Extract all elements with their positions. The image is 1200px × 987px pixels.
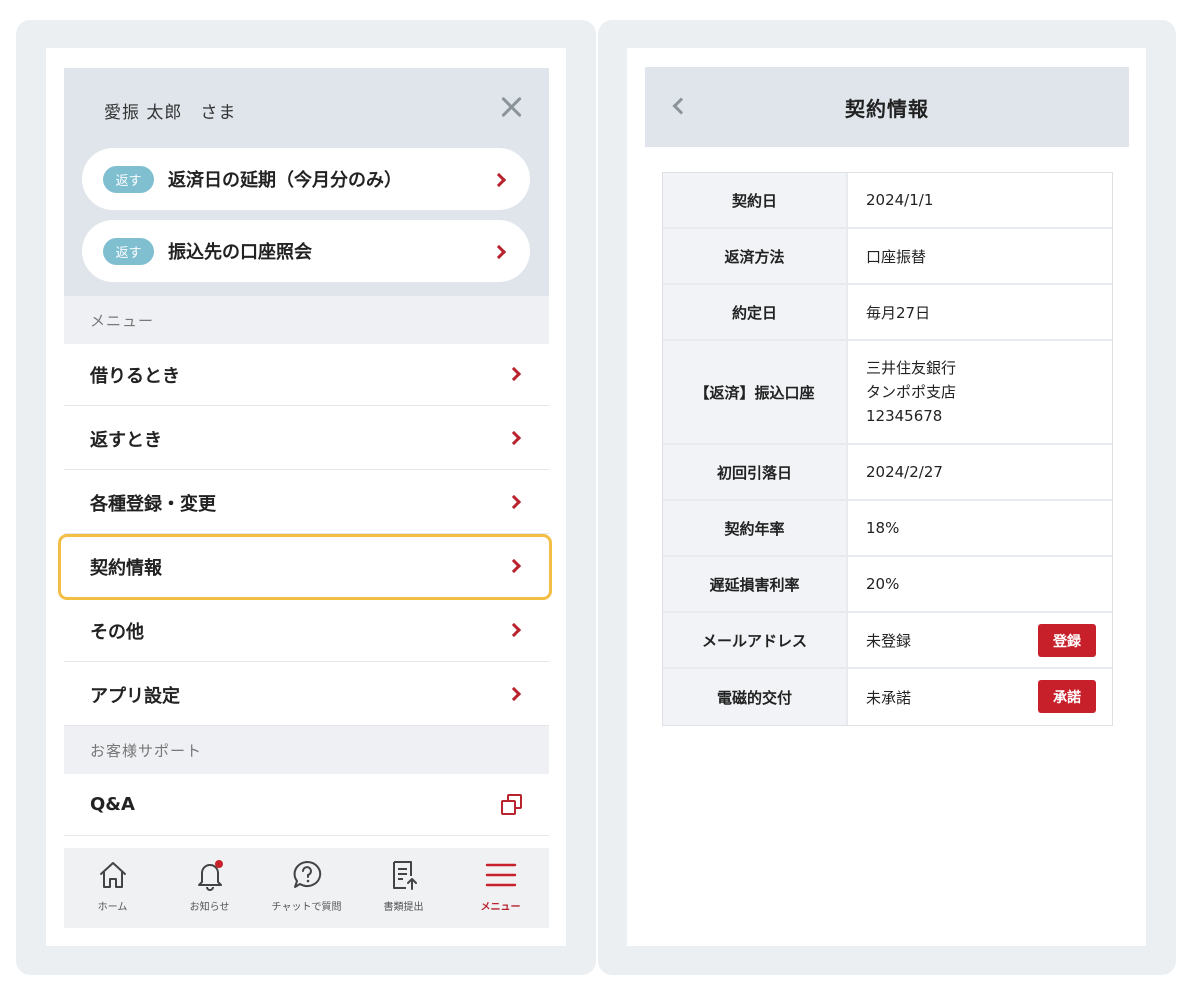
- contract-date-value: 2024/1/1: [866, 191, 934, 209]
- home-icon: [99, 862, 126, 888]
- repayment-method-value: 口座振替: [866, 247, 927, 266]
- consent-button[interactable]: 承諾: [1038, 680, 1096, 713]
- row-value: 口座振替: [848, 229, 1112, 283]
- table-row: メールアドレス 未登録 登録: [663, 613, 1112, 669]
- row-value: 2024/2/27: [848, 445, 1112, 499]
- register-email-button[interactable]: 登録: [1038, 624, 1096, 657]
- table-row: 遅延損害利率 20%: [663, 557, 1112, 613]
- quick-action-label: 振込先の口座照会: [168, 242, 312, 263]
- row-key: 契約年率: [663, 501, 848, 555]
- row-key: 約定日: [663, 285, 848, 339]
- menu-item-label: その他: [90, 621, 144, 643]
- row-key: 初回引落日: [663, 445, 848, 499]
- chevron-right-icon: [506, 494, 522, 510]
- late-rate-value: 20%: [866, 575, 900, 593]
- menu-item-repaying[interactable]: 返すとき: [64, 408, 549, 470]
- electronic-delivery-status-value: 未承諾: [866, 688, 912, 707]
- nav-chat[interactable]: チャットで質問: [262, 858, 352, 913]
- nav-label: チャットで質問: [271, 902, 342, 913]
- menu-item-borrowing[interactable]: 借りるとき: [64, 344, 549, 406]
- chevron-right-icon: [506, 430, 522, 446]
- return-tag: 返す: [103, 237, 154, 265]
- nav-notifications[interactable]: お知らせ: [165, 858, 255, 913]
- contract-info-table: 契約日 2024/1/1 返済方法 口座振替 約定日 毎月27日 【返済】振込口…: [662, 172, 1113, 726]
- row-key: メールアドレス: [663, 613, 848, 667]
- menu-screen: 愛振 太郎 さま 返す 返済日の延期（今月分のみ） 返す 振込先の口座照会 メニ…: [46, 48, 566, 946]
- menu-header: 愛振 太郎 さま 返す 返済日の延期（今月分のみ） 返す 振込先の口座照会: [64, 68, 549, 296]
- screen-header: 契約情報: [645, 67, 1129, 147]
- menu-item-label: 契約情報: [90, 557, 162, 579]
- chevron-right-icon: [491, 242, 508, 260]
- table-row: 電磁的交付 未承諾 承諾: [663, 669, 1112, 725]
- menu-item-label: アプリ設定: [90, 685, 180, 707]
- menu-item-label: 各種登録・変更: [90, 493, 216, 515]
- nav-documents[interactable]: 書類提出: [359, 858, 449, 913]
- menu-item-registration-changes[interactable]: 各種登録・変更: [64, 472, 549, 534]
- table-row: 契約日 2024/1/1: [663, 173, 1112, 229]
- row-value: 未承諾 承諾: [848, 669, 1112, 725]
- row-value: 2024/1/1: [848, 173, 1112, 227]
- quick-action-label: 返済日の延期（今月分のみ）: [168, 170, 402, 191]
- chat-question-icon: [293, 860, 321, 888]
- nav-label: メニュー: [480, 902, 521, 913]
- hamburger-menu-icon: [485, 863, 516, 887]
- menu-item-label: Q&A: [90, 794, 135, 815]
- menu-section-label: メニュー: [64, 296, 549, 344]
- table-row: 【返済】振込口座 三井住友銀行 タンポポ支店 12345678: [663, 341, 1112, 445]
- row-key: 電磁的交付: [663, 669, 848, 725]
- bell-icon: [193, 858, 227, 892]
- external-link-icon: [501, 794, 523, 816]
- bottom-navigation: ホーム お知らせ チャットで質問 書類提出 メニュー: [64, 848, 549, 928]
- menu-item-other[interactable]: その他: [64, 600, 549, 662]
- user-name: 愛振 太郎 さま: [104, 103, 237, 123]
- menu-item-label: 返すとき: [90, 429, 162, 451]
- support-section-label: お客様サポート: [64, 726, 549, 774]
- page-title: 契約情報: [845, 96, 929, 121]
- table-row: 返済方法 口座振替: [663, 229, 1112, 285]
- row-key: 遅延損害利率: [663, 557, 848, 611]
- nav-label: お知らせ: [189, 902, 230, 913]
- nav-home[interactable]: ホーム: [68, 858, 158, 913]
- chevron-right-icon: [506, 366, 522, 382]
- nav-menu[interactable]: メニュー: [456, 858, 546, 913]
- close-icon[interactable]: [496, 92, 526, 122]
- row-value: 未登録 登録: [848, 613, 1112, 667]
- menu-item-label: 借りるとき: [90, 365, 180, 387]
- branch-name-value: タンポポ支店: [866, 383, 957, 401]
- nav-label: ホーム: [97, 902, 128, 913]
- row-key: 契約日: [663, 173, 848, 227]
- menu-item-qa[interactable]: Q&A: [64, 774, 549, 836]
- menu-item-contract-info[interactable]: 契約情報: [64, 536, 549, 598]
- chevron-right-icon: [506, 686, 522, 702]
- row-value: 18%: [848, 501, 1112, 555]
- contract-info-screen: 契約情報 契約日 2024/1/1 返済方法 口座振替 約定日 毎月27日 【返…: [627, 48, 1146, 946]
- chevron-right-icon: [506, 622, 522, 638]
- due-day-value: 毎月27日: [866, 303, 931, 322]
- account-number-value: 12345678: [866, 407, 943, 425]
- back-icon[interactable]: [672, 97, 690, 115]
- chevron-right-icon: [506, 558, 522, 574]
- return-tag: 返す: [103, 165, 154, 193]
- table-row: 契約年率 18%: [663, 501, 1112, 557]
- notification-badge: [214, 860, 223, 868]
- chevron-right-icon: [491, 170, 508, 188]
- table-row: 約定日 毎月27日: [663, 285, 1112, 341]
- row-key: 返済方法: [663, 229, 848, 283]
- nav-label: 書類提出: [383, 902, 424, 913]
- table-row: 初回引落日 2024/2/27: [663, 445, 1112, 501]
- row-value: 20%: [848, 557, 1112, 611]
- annual-rate-value: 18%: [866, 519, 900, 537]
- quick-action-postpone-payment[interactable]: 返す 返済日の延期（今月分のみ）: [82, 148, 530, 210]
- quick-action-account-inquiry[interactable]: 返す 振込先の口座照会: [82, 220, 530, 282]
- document-upload-icon: [392, 861, 417, 890]
- row-value: 毎月27日: [848, 285, 1112, 339]
- menu-item-app-settings[interactable]: アプリ設定: [64, 664, 549, 726]
- first-debit-date-value: 2024/2/27: [866, 463, 943, 481]
- bank-name-value: 三井住友銀行: [866, 359, 957, 377]
- row-key: 【返済】振込口座: [663, 341, 848, 443]
- row-value: 三井住友銀行 タンポポ支店 12345678: [848, 341, 1112, 443]
- email-status-value: 未登録: [866, 631, 912, 650]
